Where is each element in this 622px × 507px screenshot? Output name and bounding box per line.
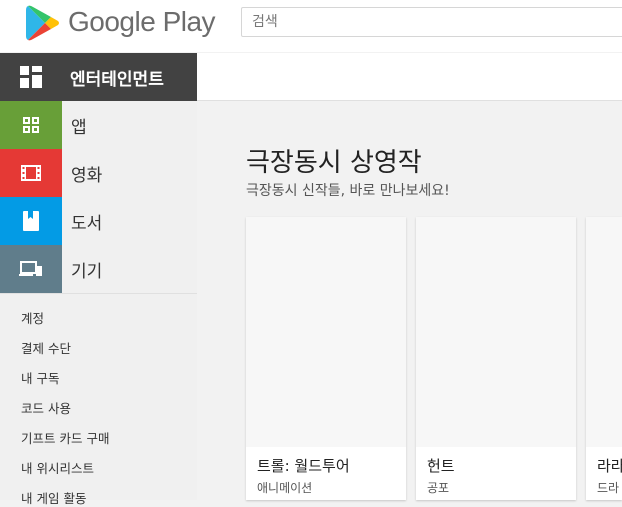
movie-genre[interactable]: 드라 (597, 479, 619, 496)
menu-item-wishlist[interactable]: 내 위시리스트 (21, 458, 94, 477)
movie-poster[interactable] (246, 217, 406, 447)
movie-genre[interactable]: 공포 (427, 479, 449, 496)
menu-item-redeem-code[interactable]: 코드 사용 (21, 398, 71, 417)
menu-item-payment-methods[interactable]: 결제 수단 (21, 338, 71, 357)
entertainment-section-header[interactable]: 엔터테인먼트 (0, 53, 197, 101)
google-play-wordmark[interactable]: Google Play (68, 6, 216, 38)
movie-card[interactable]: 라라 드라 (586, 217, 622, 500)
menu-item-account[interactable]: 계정 (21, 308, 44, 327)
page-header-strip (197, 53, 622, 101)
entertainment-grid-icon (0, 66, 62, 88)
search-input[interactable] (241, 7, 622, 37)
collection-title[interactable]: 극장동시 상영작 (246, 142, 422, 179)
devices-icon (0, 245, 62, 293)
sidebar-item-books[interactable]: 도서 (0, 197, 197, 245)
sidebar-item-label: 영화 (71, 165, 103, 186)
sidebar-item-devices[interactable]: 기기 (0, 245, 197, 293)
top-bar: Google Play (0, 0, 622, 52)
menu-item-game-activity[interactable]: 내 게임 활동 (21, 488, 86, 507)
sidebar-item-movies[interactable]: 영화 (0, 149, 197, 197)
sidebar-item-label: 앱 (71, 117, 87, 138)
film-icon (0, 149, 62, 197)
menu-item-buy-gift-card[interactable]: 기프트 카드 구매 (21, 428, 109, 447)
collection-subtitle: 극장동시 신작들, 바로 만나보세요! (246, 183, 450, 199)
book-icon (0, 197, 62, 245)
movie-card[interactable]: 헌트 공포 (416, 217, 576, 500)
movie-genre[interactable]: 애니메이션 (257, 479, 312, 496)
entertainment-label: 엔터테인먼트 (70, 69, 164, 90)
apps-grid-icon (0, 101, 62, 149)
menu-item-my-subscriptions[interactable]: 내 구독 (21, 368, 59, 387)
movie-title[interactable]: 라라 (597, 455, 622, 476)
movie-card[interactable]: 트롤: 월드투어 애니메이션 (246, 217, 406, 500)
sidebar-item-label: 도서 (71, 213, 103, 234)
google-play-logo-icon[interactable] (25, 5, 61, 41)
sidebar-item-apps[interactable]: 앱 (0, 101, 197, 149)
movie-poster[interactable] (586, 217, 622, 447)
movie-title[interactable]: 헌트 (427, 455, 455, 476)
sidebar-item-label: 기기 (71, 261, 103, 282)
movie-poster[interactable] (416, 217, 576, 447)
movie-title[interactable]: 트롤: 월드투어 (257, 455, 350, 476)
